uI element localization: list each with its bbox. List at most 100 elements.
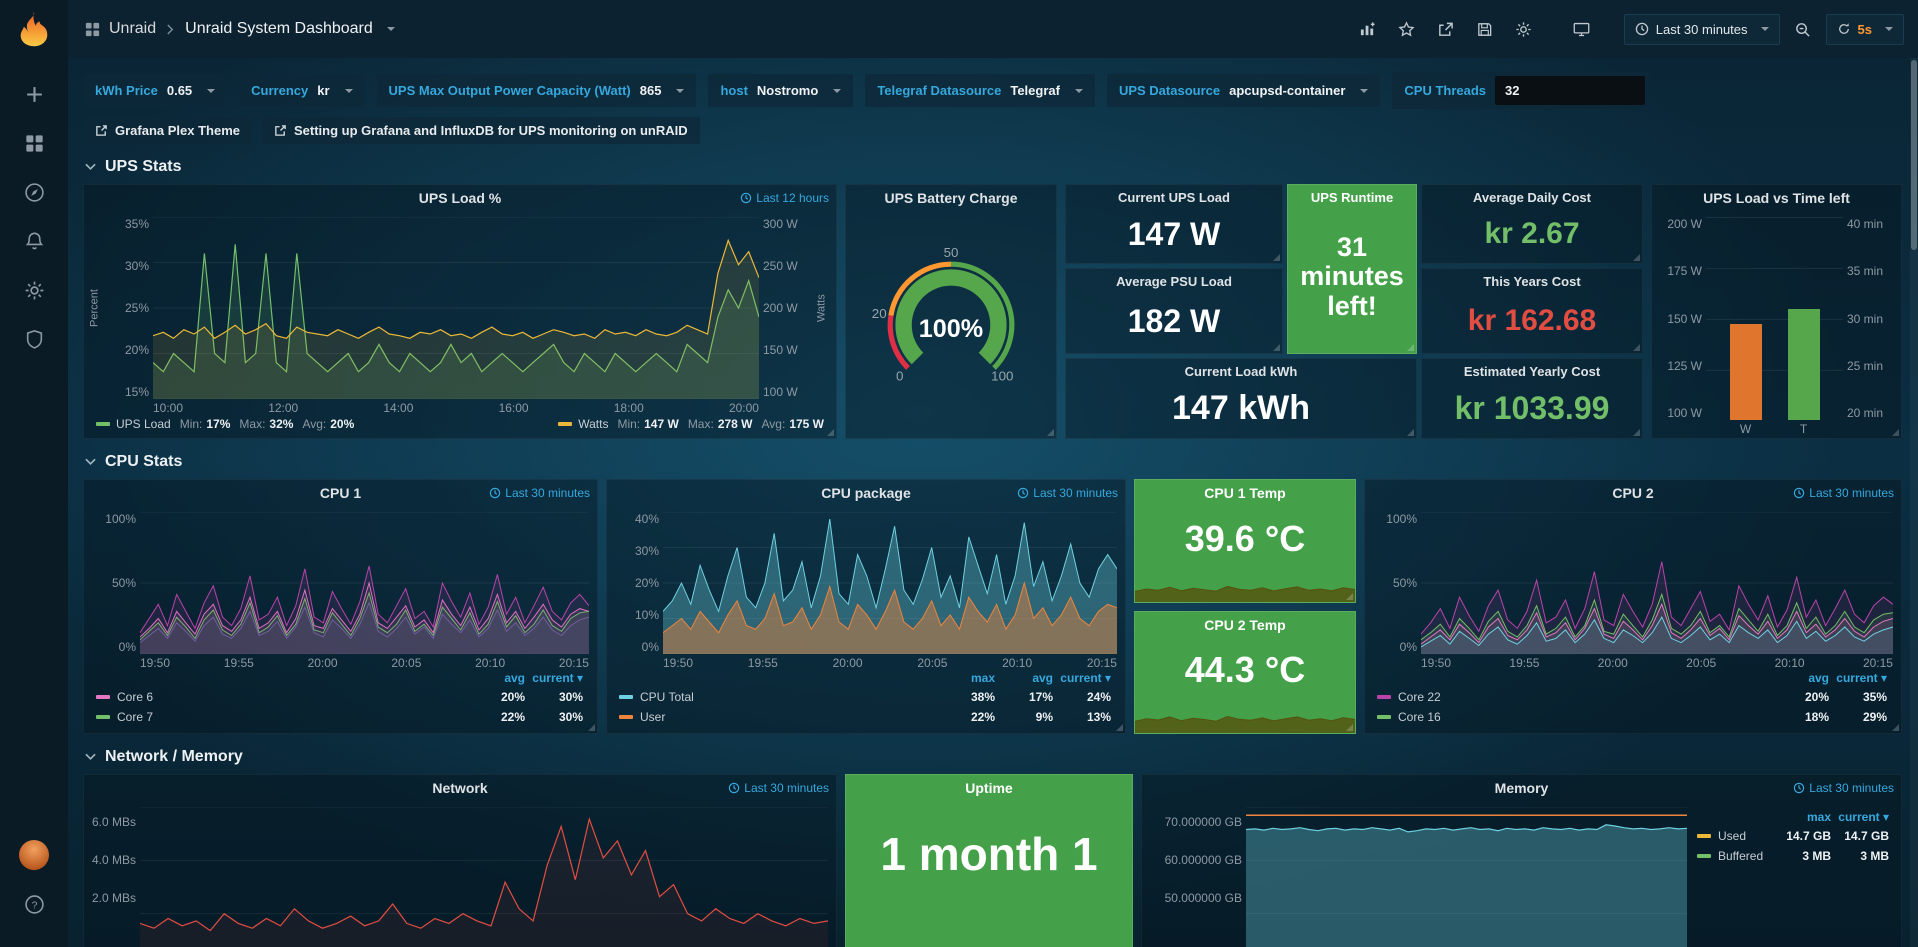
cycle-view-mode-button[interactable] xyxy=(1566,14,1598,44)
panel-title[interactable]: Memory xyxy=(1495,780,1549,796)
panel-network: Network Last 30 minutes 6.0 MBs4.0 MBs2.… xyxy=(83,774,837,947)
stat-value: 182 W xyxy=(1066,293,1282,353)
legend-series[interactable]: User22%9%13% xyxy=(619,707,1111,727)
refresh-picker[interactable]: 5s xyxy=(1826,14,1904,45)
panel-uptime: Uptime 1 month 1 xyxy=(845,774,1133,947)
legend-series[interactable]: WattsMin:147 WMax:278 WAvg:175 W xyxy=(558,417,824,431)
external-link-icon xyxy=(274,124,287,137)
star-dashboard-button[interactable] xyxy=(1391,14,1423,44)
stat-value: 1 month 1 xyxy=(846,801,1132,947)
series-color-swatch xyxy=(619,695,633,699)
grafana-app: ? Unraid Unraid System Dashboard xyxy=(0,0,1918,947)
chart-plot[interactable] xyxy=(140,512,589,654)
legend-series[interactable]: UPS LoadMin:17%Max:32%Avg:20% xyxy=(96,417,354,431)
panel-title[interactable]: CPU 2 xyxy=(1612,485,1653,501)
panel-time-range-badge[interactable]: Last 30 minutes xyxy=(1017,486,1118,500)
external-link-icon xyxy=(95,124,108,137)
panel-title[interactable]: UPS Battery Charge xyxy=(884,190,1017,206)
sidebar-item-server-admin[interactable] xyxy=(14,319,54,359)
legend-series[interactable]: Core 2220%35% xyxy=(1377,687,1887,707)
variable-host[interactable]: host Nostromo xyxy=(708,74,853,107)
axis-tick: 300 W xyxy=(763,217,798,231)
save-dashboard-button[interactable] xyxy=(1469,14,1501,44)
legend-series[interactable]: Core 620%30% xyxy=(96,687,583,707)
legend-sort-header[interactable]: current ▾ xyxy=(1053,670,1111,687)
page-scrollbar[interactable] xyxy=(1910,58,1918,947)
variable-currency[interactable]: Currency kr xyxy=(239,74,364,107)
panel-time-range-badge[interactable]: Last 30 minutes xyxy=(1793,781,1894,795)
sidebar-item-configuration[interactable] xyxy=(14,270,54,310)
variable-ups-max-output[interactable]: UPS Max Output Power Capacity (Watt) 865 xyxy=(377,74,697,107)
chart-plot[interactable] xyxy=(1421,512,1893,654)
legend-sort-header[interactable]: current ▾ xyxy=(1831,809,1889,826)
breadcrumb-dashboard-title[interactable]: Unraid System Dashboard xyxy=(185,20,373,38)
svg-text:?: ? xyxy=(31,899,37,911)
link-grafana-plex-theme[interactable]: Grafana Plex Theme xyxy=(83,117,252,144)
chart-plot[interactable] xyxy=(663,512,1117,654)
axis-tick: 20:00 xyxy=(729,401,759,415)
time-range-picker[interactable]: Last 30 minutes xyxy=(1624,14,1780,45)
section-header-ups-stats[interactable]: UPS Stats xyxy=(85,158,1902,176)
share-icon xyxy=(1437,21,1454,38)
variable-ups-datasource[interactable]: UPS Datasource apcupsd-container xyxy=(1107,74,1380,107)
topbar-actions: Last 30 minutes 5s xyxy=(1352,14,1904,45)
variable-telegraf-datasource[interactable]: Telegraf Datasource Telegraf xyxy=(865,74,1095,107)
panel-time-range-badge[interactable]: Last 30 minutes xyxy=(728,781,829,795)
zoom-out-time-button[interactable] xyxy=(1787,14,1819,44)
cpu-threads-input[interactable] xyxy=(1495,76,1645,105)
scrollbar-thumb[interactable] xyxy=(1911,60,1917,250)
panel-title[interactable]: CPU 1 xyxy=(320,485,361,501)
panel-title[interactable]: CPU package xyxy=(821,485,910,501)
legend-series[interactable]: Used14.7 GB14.7 GB xyxy=(1697,826,1889,846)
legend-sort-header[interactable]: current ▾ xyxy=(1829,670,1887,687)
add-panel-button[interactable] xyxy=(1352,14,1384,44)
user-avatar[interactable] xyxy=(19,840,49,870)
bar-T[interactable] xyxy=(1788,309,1820,420)
legend-sort-header[interactable]: avg xyxy=(1771,670,1829,687)
panel-title[interactable]: UPS Load % xyxy=(419,190,501,206)
chevron-down-icon[interactable] xyxy=(387,27,395,31)
panel-current-load-kwh: Current Load kWh 147 kWh xyxy=(1065,358,1417,439)
axis-tick: 200 W xyxy=(763,301,798,315)
legend-header-row: avgcurrent ▾ xyxy=(96,670,583,687)
battery-gauge[interactable]: 02050100100% xyxy=(846,211,1056,438)
sidebar-item-create[interactable] xyxy=(14,74,54,114)
grafana-logo[interactable] xyxy=(15,10,53,48)
link-ups-monitoring-guide[interactable]: Setting up Grafana and InfluxDB for UPS … xyxy=(262,117,700,144)
panel-title[interactable]: Network xyxy=(432,780,487,796)
legend-series[interactable]: CPU Total38%17%24% xyxy=(619,687,1111,707)
x-axis: 19:5019:5520:0020:0520:1020:15 xyxy=(663,654,1117,670)
sidebar-item-explore[interactable] xyxy=(14,172,54,212)
legend-sort-header[interactable]: avg xyxy=(995,670,1053,687)
sidebar-item-alerting[interactable] xyxy=(14,221,54,261)
panel-time-range-badge[interactable]: Last 12 hours xyxy=(740,191,829,205)
dashboard-settings-button[interactable] xyxy=(1508,14,1540,44)
chart-legend: avgcurrent ▾Core 2220%35%Core 1618%29% xyxy=(1365,670,1901,733)
chart-plot[interactable] xyxy=(1246,807,1687,947)
sidebar-item-help[interactable]: ? xyxy=(14,884,54,924)
legend-sort-header[interactable]: avg xyxy=(467,670,525,687)
chart-plot[interactable] xyxy=(140,807,828,947)
section-header-network-memory[interactable]: Network / Memory xyxy=(85,748,1902,766)
legend-series[interactable]: Core 722%30% xyxy=(96,707,583,727)
chart-plot[interactable] xyxy=(153,217,759,399)
axis-tick: 19:55 xyxy=(1509,656,1539,670)
share-dashboard-button[interactable] xyxy=(1430,14,1462,44)
breadcrumb-folder[interactable]: Unraid xyxy=(109,20,156,38)
legend-sort-header[interactable]: current ▾ xyxy=(525,670,583,687)
legend-sort-header[interactable]: max xyxy=(1773,809,1831,826)
panel-time-range-badge[interactable]: Last 30 minutes xyxy=(1793,486,1894,500)
variable-kwh-price[interactable]: kWh Price 0.65 xyxy=(83,74,227,107)
panel-title[interactable]: UPS Load vs Time left xyxy=(1703,190,1850,206)
legend-sort-header[interactable]: max xyxy=(937,670,995,687)
section-header-cpu-stats[interactable]: CPU Stats xyxy=(85,453,1902,471)
panel-ups-battery-charge: UPS Battery Charge 02050100100% xyxy=(845,184,1057,439)
sidebar-item-dashboards[interactable] xyxy=(14,123,54,163)
axis-tick: 20:10 xyxy=(475,656,505,670)
bar-chart-plot[interactable] xyxy=(1706,217,1843,420)
legend-series[interactable]: Core 1618%29% xyxy=(1377,707,1887,727)
bar-W[interactable] xyxy=(1730,324,1762,420)
legend-series[interactable]: Buffered3 MB3 MB xyxy=(1697,846,1889,866)
axis-tick: 0% xyxy=(1400,640,1417,654)
panel-time-range-badge[interactable]: Last 30 minutes xyxy=(489,486,590,500)
